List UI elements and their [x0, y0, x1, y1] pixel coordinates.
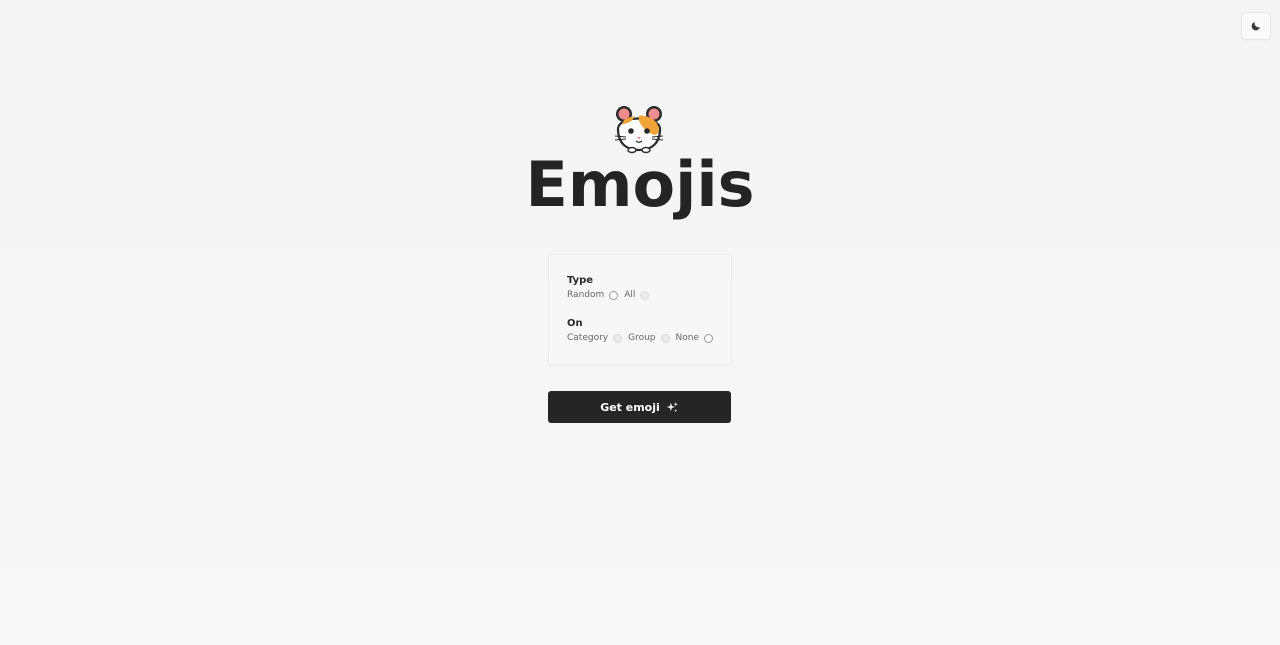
option-label: All — [624, 290, 636, 300]
radio-all[interactable] — [640, 290, 650, 300]
options-card: Type Random All On Category Group None — [548, 254, 732, 365]
on-option-category[interactable]: Category — [567, 333, 623, 343]
theme-toggle-button[interactable] — [1241, 12, 1271, 40]
moon-icon — [1250, 20, 1262, 32]
get-emoji-label: Get emoji — [600, 400, 660, 414]
sparkles-icon — [666, 401, 679, 414]
on-option-group[interactable]: Group — [628, 333, 670, 343]
on-options: Category Group None — [567, 333, 719, 343]
radio-category[interactable] — [613, 333, 623, 343]
option-label: Group — [628, 333, 656, 343]
type-option-all[interactable]: All — [624, 290, 650, 300]
get-emoji-button[interactable]: Get emoji — [548, 391, 731, 423]
option-label: Random — [567, 290, 605, 300]
type-options: Random All — [567, 290, 655, 300]
option-label: None — [675, 333, 700, 343]
radio-none[interactable] — [704, 333, 714, 343]
on-group-label: On — [567, 318, 583, 329]
radio-group[interactable] — [660, 333, 670, 343]
radio-random[interactable] — [609, 290, 619, 300]
page-title: Emojis — [525, 148, 755, 221]
type-option-random[interactable]: Random — [567, 290, 619, 300]
option-label: Category — [567, 333, 609, 343]
type-group-label: Type — [567, 275, 594, 286]
on-option-none[interactable]: None — [675, 333, 714, 343]
